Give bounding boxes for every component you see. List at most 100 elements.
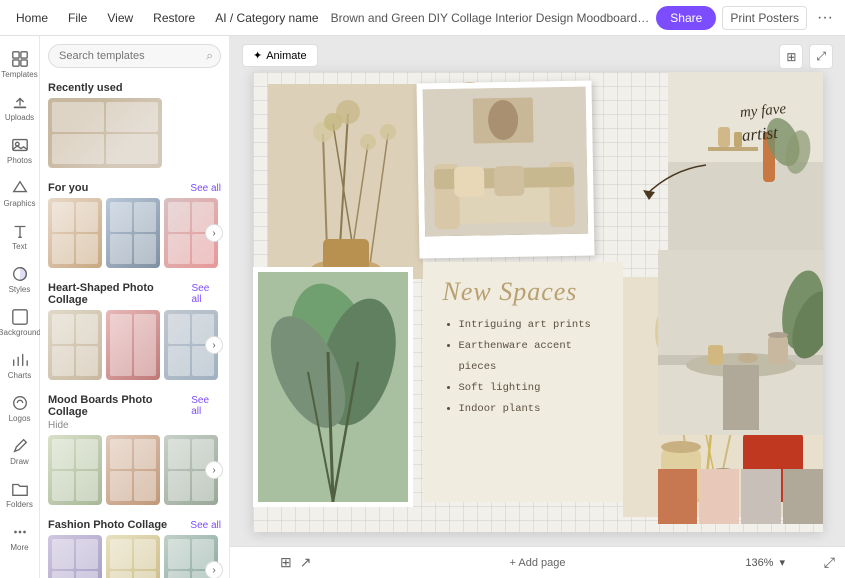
search-bar: ⌕ [40, 36, 229, 76]
heart-shaped-grid: › [48, 310, 221, 380]
print-button[interactable]: Print Posters [722, 6, 807, 30]
bottom-icons: ⊞ ↗ [280, 554, 311, 571]
bullet-item-1: Intriguing art prints [459, 315, 609, 336]
template-thumb[interactable] [48, 435, 102, 505]
for-you-next-button[interactable]: › [205, 224, 223, 242]
sidebar-item-graphics[interactable]: Graphics [2, 173, 38, 214]
sidebar-item-styles[interactable]: Styles [2, 259, 38, 300]
styles-icon [11, 265, 29, 283]
fashion-next-button[interactable]: › [205, 561, 223, 578]
folders-icon [11, 480, 29, 498]
sidebar-item-more[interactable]: More [2, 517, 38, 558]
more-options-button[interactable]: ··· [813, 9, 837, 27]
nav-restore[interactable]: Restore [145, 7, 203, 29]
template-thumb[interactable] [48, 198, 102, 268]
room-right-photo [658, 250, 823, 435]
sidebar-item-draw[interactable]: Draw [2, 431, 38, 472]
heart-shaped-next-button[interactable]: › [205, 336, 223, 354]
bullet-list: Intriguing art prints Earthenware accent… [443, 315, 609, 420]
animate-button[interactable]: ✦ Animate [242, 44, 318, 67]
fullscreen-button[interactable]: ⤢ [824, 554, 835, 571]
upload-icon [11, 93, 29, 111]
new-spaces-card: New Spaces Intriguing art prints Earthen… [423, 262, 623, 502]
for-you-see-all[interactable]: See all [190, 183, 221, 194]
template-thumb[interactable] [106, 310, 160, 380]
sidebar-item-background[interactable]: Background [2, 302, 38, 343]
handwriting-text: my fave artist [739, 100, 789, 147]
swatch-1 [658, 469, 698, 524]
templates-panel: ⌕ Recently used For you See all [40, 36, 230, 578]
zoom-level: 136% [745, 557, 773, 569]
background-label: Background [0, 328, 41, 337]
bullet-item-2: Earthenware accent pieces [459, 336, 609, 378]
canvas[interactable]: my fave artist [253, 72, 823, 532]
template-thumb[interactable] [48, 535, 102, 578]
handwriting-line2: artist [741, 119, 789, 147]
sidebar-item-photos[interactable]: Photos [2, 130, 38, 171]
bullet-item-3: Soft lighting [459, 378, 609, 399]
large-plant-photo-left [253, 267, 413, 507]
folders-label: Folders [6, 500, 33, 509]
animate-icon: ✦ [253, 49, 262, 62]
canvas-area: ✦ Animate ⊞ ⤢ [230, 36, 845, 578]
polaroid-photo-svg [422, 87, 588, 237]
graphics-icon [11, 179, 29, 197]
nav-ai[interactable]: AI / Category name [207, 7, 326, 29]
plant-left-svg [258, 272, 408, 502]
background-icon [11, 308, 29, 326]
top-right-actions: Share Print Posters ··· [656, 6, 837, 30]
zoom-area: 136% ▾ [745, 556, 785, 569]
share-view-icon[interactable]: ↗ [300, 554, 312, 571]
sidebar-item-logos[interactable]: Logos [2, 388, 38, 429]
new-spaces-title: New Spaces [443, 278, 609, 307]
mood-boards-grid: › [48, 435, 221, 505]
for-you-title: For you [48, 182, 88, 194]
for-you-grid: › [48, 198, 221, 268]
for-you-header: For you See all [48, 176, 221, 198]
fashion-see-all[interactable]: See all [190, 520, 221, 531]
photos-label: Photos [7, 156, 32, 165]
search-icon: ⌕ [206, 49, 213, 64]
canvas-share-view-button[interactable]: ⤢ [809, 44, 833, 69]
swatch-2 [699, 469, 739, 524]
heart-shaped-title: Heart-Shaped Photo Collage [48, 282, 191, 306]
uploads-label: Uploads [5, 113, 34, 122]
canvas-grid-button[interactable]: ⊞ [779, 44, 803, 69]
room-right-svg [658, 250, 823, 435]
templates-label: Templates [1, 70, 37, 79]
template-thumb[interactable] [106, 435, 160, 505]
add-page-button[interactable]: + Add page [510, 557, 566, 569]
grid-view-icon[interactable]: ⊞ [280, 554, 292, 571]
styles-label: Styles [9, 285, 31, 294]
nav-file[interactable]: File [60, 7, 95, 29]
template-thumb[interactable] [48, 98, 162, 168]
template-thumb[interactable] [48, 310, 102, 380]
bullet-item-4: Indoor plants [459, 399, 609, 420]
bottom-bar: ⊞ ↗ + Add page 136% ▾ ⤢ [230, 546, 845, 578]
logos-label: Logos [9, 414, 31, 423]
draw-label: Draw [10, 457, 29, 466]
zoom-down-icon[interactable]: ▾ [779, 556, 785, 569]
recently-used-header: Recently used [48, 76, 221, 98]
nav-home[interactable]: Home [8, 7, 56, 29]
sidebar-item-uploads[interactable]: Uploads [2, 87, 38, 128]
nav-view[interactable]: View [99, 7, 141, 29]
text-icon [11, 222, 29, 240]
sidebar-item-charts[interactable]: Charts [2, 345, 38, 386]
sidebar-item-folders[interactable]: Folders [2, 474, 38, 515]
top-bar: Home File View Restore AI / Category nam… [0, 0, 845, 36]
template-thumb[interactable] [106, 198, 160, 268]
handwriting-line1: my fave [739, 100, 787, 123]
share-button[interactable]: Share [656, 6, 716, 30]
heart-shaped-see-all[interactable]: See all [191, 283, 221, 305]
recently-used-grid [48, 98, 221, 168]
search-input[interactable] [48, 44, 221, 68]
sidebar-item-templates[interactable]: Templates [2, 44, 38, 85]
template-thumb[interactable] [106, 535, 160, 578]
mood-boards-next-button[interactable]: › [205, 461, 223, 479]
fashion-header: Fashion Photo Collage See all [48, 513, 221, 535]
text-label: Text [12, 242, 27, 251]
fashion-title: Fashion Photo Collage [48, 519, 167, 531]
sidebar-item-text[interactable]: Text [2, 216, 38, 257]
mood-boards-see-all[interactable]: See all [191, 395, 221, 417]
